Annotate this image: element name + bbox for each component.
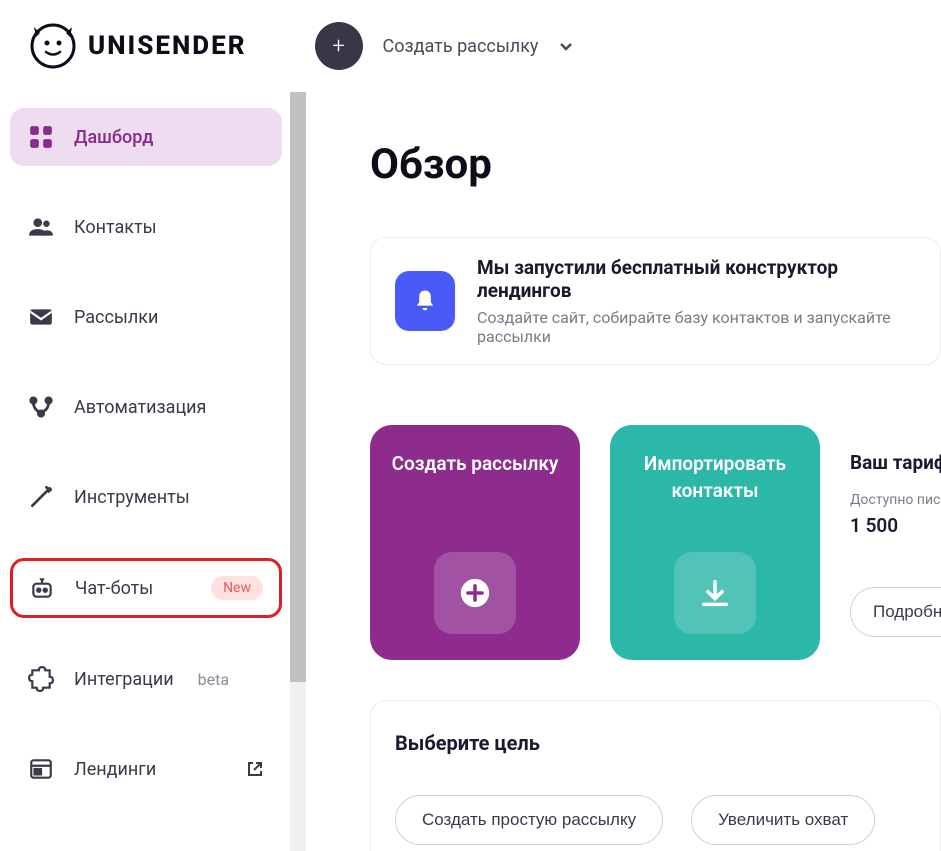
contacts-icon	[28, 214, 54, 240]
beta-badge: beta	[198, 670, 229, 689]
mail-icon	[28, 304, 54, 330]
header: UNISENDER + Создать рассылку	[0, 0, 941, 92]
logo-dog-icon	[30, 23, 76, 69]
chevron-down-icon	[558, 38, 574, 54]
create-campaign-card[interactable]: Создать рассылку	[370, 425, 580, 660]
sidebar-item-campaigns[interactable]: Рассылки	[10, 288, 282, 346]
new-badge: New	[211, 576, 263, 600]
page-title: Обзор	[370, 140, 941, 189]
tariff-value: 1 500	[850, 514, 910, 537]
sidebar: Дашборд Контакты Рассылки Автоматизация	[0, 92, 292, 851]
sidebar-item-label: Лендинги	[74, 759, 156, 780]
goals-title: Выберите цель	[395, 731, 916, 755]
sidebar-item-label: Чат-боты	[75, 578, 153, 599]
tools-icon	[28, 484, 54, 510]
plus-icon: +	[315, 22, 363, 70]
logo[interactable]: UNISENDER	[30, 23, 247, 69]
goals-panel: Выберите цель Создать простую рассылку У…	[370, 700, 941, 851]
automation-icon	[28, 394, 54, 420]
bot-icon	[29, 575, 55, 601]
logo-text: UNISENDER	[88, 31, 247, 61]
action-cards: Создать рассылку Импортировать контакты …	[370, 425, 941, 660]
sidebar-item-label: Инструменты	[74, 487, 190, 508]
tariff-title: Ваш тариф	[850, 451, 910, 474]
external-link-icon	[246, 760, 264, 778]
puzzle-icon	[28, 666, 54, 692]
sidebar-item-integrations[interactable]: Интеграции beta	[10, 650, 282, 708]
sidebar-item-chatbots[interactable]: Чат-боты New	[10, 558, 282, 618]
sidebar-item-landings[interactable]: Лендинги	[10, 740, 282, 798]
import-contacts-card[interactable]: Импортировать контакты	[610, 425, 820, 660]
sidebar-item-label: Контакты	[74, 217, 157, 238]
tariff-panel: Ваш тариф Доступно писем 1 500 Подробнее	[850, 425, 910, 660]
card-title: Импортировать контакты	[628, 451, 802, 504]
announcement-banner[interactable]: Мы запустили бесплатный конструктор ленд…	[370, 237, 941, 365]
banner-subtitle: Создайте сайт, собирайте базу контактов …	[477, 308, 916, 346]
card-title: Создать рассылку	[392, 451, 559, 478]
sidebar-item-dashboard[interactable]: Дашборд	[10, 108, 282, 166]
sidebar-item-label: Интеграции	[74, 669, 174, 690]
goal-increase-reach[interactable]: Увеличить охват	[691, 795, 875, 845]
sidebar-item-tools[interactable]: Инструменты	[10, 468, 282, 526]
tariff-sublabel: Доступно писем	[850, 492, 910, 508]
bell-icon	[395, 271, 455, 331]
sidebar-item-label: Рассылки	[74, 307, 158, 328]
landing-icon	[28, 756, 54, 782]
sidebar-item-label: Дашборд	[74, 127, 153, 148]
create-campaign-dropdown[interactable]: + Создать рассылку	[315, 22, 575, 70]
create-campaign-label: Создать рассылку	[383, 36, 539, 57]
sidebar-item-automation[interactable]: Автоматизация	[10, 378, 282, 436]
download-icon	[674, 552, 756, 634]
main-content: Обзор Мы запустили бесплатный конструкто…	[306, 92, 941, 851]
sidebar-item-label: Автоматизация	[74, 397, 206, 418]
dashboard-icon	[28, 124, 54, 150]
tariff-details-button[interactable]: Подробнее	[850, 587, 941, 637]
banner-title: Мы запустили бесплатный конструктор ленд…	[477, 256, 916, 302]
banner-text: Мы запустили бесплатный конструктор ленд…	[477, 256, 916, 346]
sidebar-item-contacts[interactable]: Контакты	[10, 198, 282, 256]
goal-simple-campaign[interactable]: Создать простую рассылку	[395, 795, 663, 845]
plus-circle-icon	[434, 552, 516, 634]
scrollbar-thumb[interactable]	[290, 92, 306, 682]
scrollbar[interactable]	[290, 92, 306, 851]
